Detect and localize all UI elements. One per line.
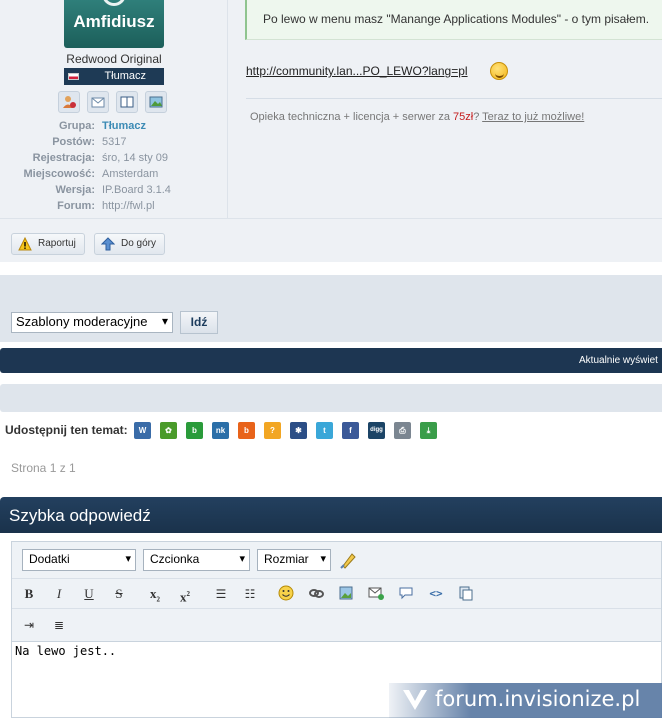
subscript-icon[interactable]: x2 [146, 585, 164, 604]
back-to-top-button[interactable]: Do góry [94, 233, 166, 255]
blip-icon[interactable]: b [186, 422, 203, 439]
rank-badge-label: Tłumacz [104, 70, 146, 82]
wykop-icon[interactable]: W [134, 422, 151, 439]
info-label: Wersja: [55, 184, 95, 196]
superscript-icon[interactable]: x2 [176, 585, 194, 604]
info-value: Amsterdam [102, 168, 159, 180]
report-button[interactable]: Raportuj [11, 233, 85, 255]
post-area: Amfidiusz Redwood Original Tłumacz Grupa… [0, 0, 662, 262]
digg-icon[interactable]: digg [368, 422, 385, 439]
download-icon[interactable]: ⤓ [420, 422, 437, 439]
avatar[interactable]: Amfidiusz [64, 0, 164, 48]
editor-toolbar-row-3: ⇥ ≣ [12, 608, 661, 641]
info-value: śro, 14 sty 09 [102, 152, 169, 164]
message-icon[interactable] [87, 91, 109, 113]
post-content: Po lewo w menu masz "Manange Application… [228, 0, 662, 218]
indent-icon[interactable]: ⇥ [20, 616, 38, 634]
quote-icon[interactable] [397, 585, 415, 603]
signature-divider [246, 98, 662, 99]
user-card-icon[interactable] [58, 91, 80, 113]
bold-icon[interactable]: B [20, 585, 38, 603]
justify-icon[interactable]: ≣ [50, 616, 68, 634]
italic-icon[interactable]: I [50, 585, 68, 603]
info-label: Grupa: [58, 120, 95, 132]
avatar-graphic [102, 0, 126, 6]
avatar-text: Amfidiusz [73, 12, 155, 31]
go-button[interactable]: Idź [180, 311, 218, 334]
paste-icon[interactable] [457, 585, 475, 603]
code-icon[interactable]: <> [427, 585, 445, 603]
editor-toolbar-row-2: B I U S x2 x2 ☰ ☷ <> [12, 578, 661, 608]
emoticons-icon[interactable] [277, 585, 295, 603]
strikethrough-icon[interactable]: S [110, 585, 128, 603]
image-icon[interactable] [337, 585, 355, 603]
info-value: 5317 [102, 136, 127, 148]
gallery-icon[interactable] [145, 91, 167, 113]
signature: Opieka techniczna + licencja + serwer za… [250, 111, 584, 123]
post-controls: Raportuj Do góry [0, 218, 662, 262]
facebook-icon[interactable]: f [342, 422, 359, 439]
email-icon[interactable] [367, 585, 385, 603]
signature-price: 75zł [453, 111, 474, 123]
user-action-icons [58, 91, 167, 113]
topic-footer-bar [0, 384, 662, 412]
ask-icon[interactable]: ? [264, 422, 281, 439]
buzz-icon[interactable]: b [238, 422, 255, 439]
editor-toolbar-row-1: Dodatki Czcionka Rozmiar [12, 542, 661, 578]
link-icon[interactable] [307, 585, 325, 603]
signature-link[interactable]: Teraz to już możliwe! [482, 111, 584, 123]
invisionize-logo-icon [403, 690, 427, 710]
underline-icon[interactable]: U [80, 585, 98, 603]
poland-flag-icon [68, 73, 79, 80]
moderation-template-select[interactable]: Szablony moderacyjne [11, 312, 173, 333]
numbered-list-icon[interactable]: ☷ [241, 585, 259, 603]
twitter-icon[interactable]: t [316, 422, 333, 439]
author-info-column: Amfidiusz Redwood Original Tłumacz Grupa… [0, 0, 228, 218]
warning-icon [18, 237, 32, 251]
share-icons: W ✿ b nk b? ✱ t f digg ⎙ ⤓ [134, 422, 437, 439]
bullet-list-icon[interactable]: ☰ [212, 585, 230, 603]
signature-text-after: ? [473, 111, 480, 123]
member-title: Redwood Original [66, 52, 162, 66]
info-label: Postów: [52, 136, 95, 148]
size-select[interactable]: Rozmiar [257, 549, 331, 571]
quote-block: Po lewo w menu masz "Manange Application… [245, 0, 662, 40]
rank-badge: Tłumacz [64, 68, 164, 85]
myspace-icon[interactable]: ✱ [290, 422, 307, 439]
info-value: Tłumacz [102, 120, 147, 132]
quick-reply-header: Szybka odpowiedź [0, 497, 662, 533]
nk-icon[interactable]: nk [212, 422, 229, 439]
watermark-text: forum.invisionize.pl [435, 687, 641, 711]
report-label: Raportuj [38, 238, 76, 249]
print-icon[interactable]: ⎙ [394, 422, 411, 439]
info-label: Rejestracja: [32, 152, 95, 164]
back-to-top-label: Do góry [121, 238, 157, 249]
blog-icon[interactable] [116, 91, 138, 113]
flaker-icon[interactable]: ✿ [160, 422, 177, 439]
info-label: Miejscowość: [23, 168, 95, 180]
smiley-icon [490, 62, 508, 80]
font-select[interactable]: Czcionka [143, 549, 250, 571]
moderation-bar: Szablony moderacyjne Idź [0, 275, 662, 342]
active-users-bar: Aktualnie wyświet [0, 348, 662, 373]
pagination: Strona 1 z 1 [11, 461, 76, 475]
info-value: IP.Board 3.1.4 [102, 184, 171, 196]
signature-text: Opieka techniczna + licencja + serwer za [250, 111, 453, 123]
format-brush-icon[interactable] [339, 550, 359, 570]
post-link[interactable]: http://community.lan...PO_LEWO?lang=pl [246, 64, 468, 78]
info-value[interactable]: http://fwl.pl [102, 200, 155, 212]
arrow-up-icon [101, 237, 115, 251]
info-label: Forum: [57, 200, 95, 212]
active-users-text: Aktualnie wyświet [579, 355, 658, 366]
extras-select[interactable]: Dodatki [22, 549, 136, 571]
share-label: Udostępnij ten temat: [5, 423, 128, 437]
watermark: forum.invisionize.pl [389, 683, 662, 718]
